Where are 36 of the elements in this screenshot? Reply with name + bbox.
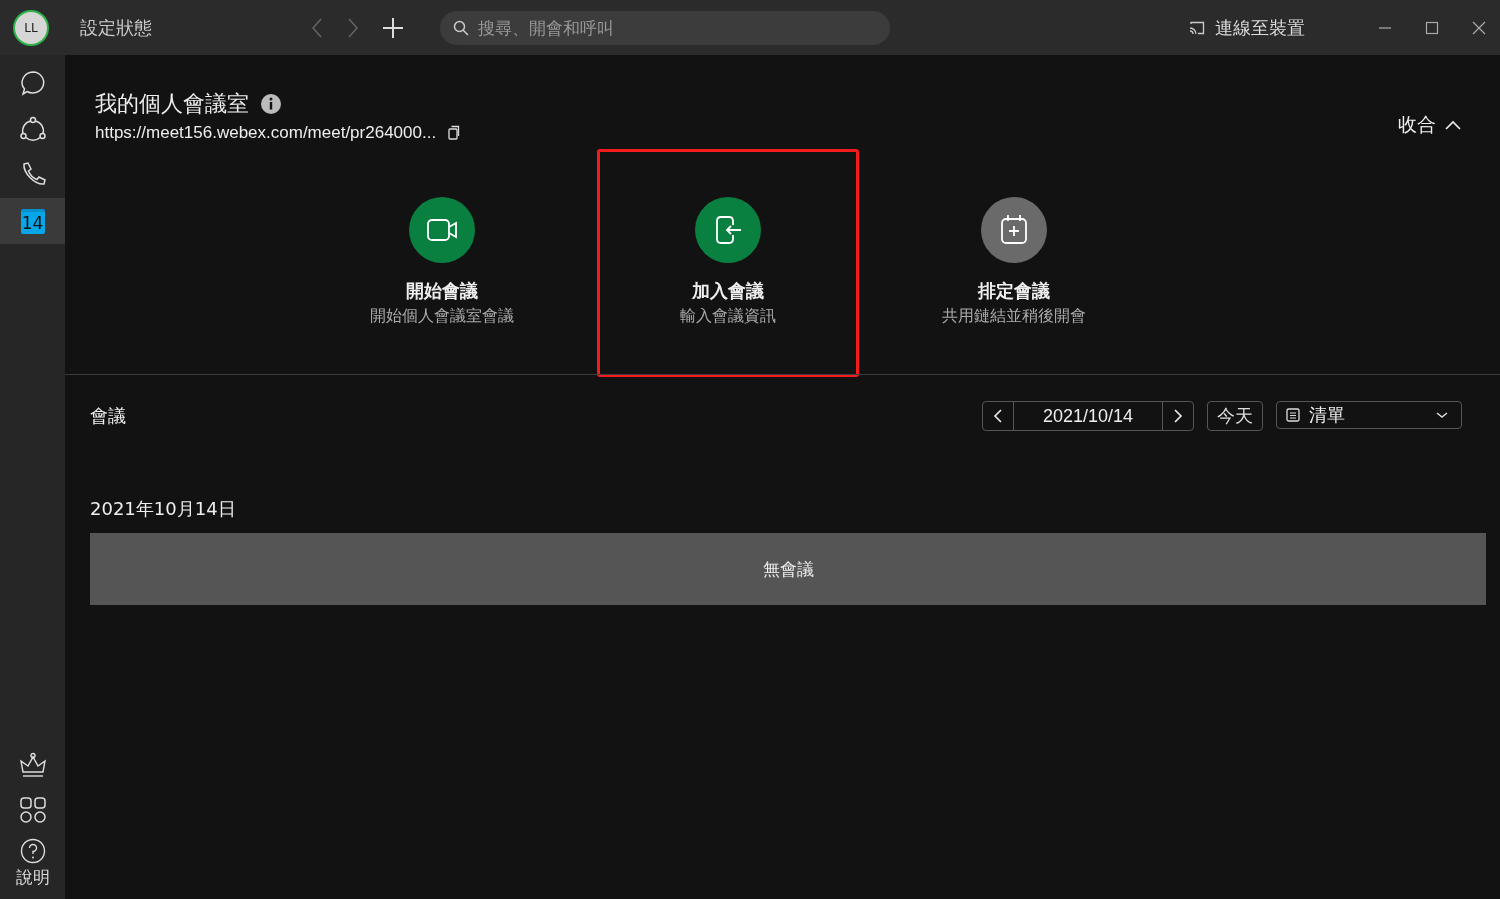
avatar[interactable]: LL bbox=[13, 9, 49, 46]
question-icon bbox=[19, 838, 46, 864]
room-url: https://meet156.webex.com/meet/pr264000... bbox=[95, 123, 437, 143]
date-picker[interactable]: 2021/10/14 bbox=[982, 401, 1194, 431]
plus-icon[interactable] bbox=[382, 16, 404, 39]
cast-icon[interactable] bbox=[1189, 20, 1205, 35]
chat-bubble-icon bbox=[18, 69, 47, 97]
maximize-icon[interactable] bbox=[1425, 20, 1439, 35]
info-icon[interactable] bbox=[261, 94, 281, 114]
action-button[interactable]: 加入會議 輸入會議資訊 bbox=[596, 149, 859, 377]
search-icon bbox=[453, 19, 469, 36]
team-icon bbox=[18, 115, 47, 143]
list-icon bbox=[1285, 407, 1301, 423]
help-button[interactable]: 說明 bbox=[15, 838, 50, 889]
connect-to-device-button[interactable]: 連線至裝置 bbox=[1215, 15, 1305, 40]
chevron-up-icon bbox=[1444, 119, 1462, 131]
today-button[interactable]: 今天 bbox=[1207, 401, 1263, 431]
no-meetings-banner: 無會議 bbox=[90, 533, 1486, 605]
back-icon[interactable] bbox=[310, 16, 324, 39]
collapse-button[interactable]: 收合 bbox=[1398, 111, 1462, 139]
action-button[interactable]: 排定會議 共用鏈結並稍後開會 bbox=[882, 149, 1145, 377]
date-heading: 2021年10月14日 bbox=[90, 497, 237, 521]
chevron-down-icon bbox=[1435, 410, 1449, 420]
forward-icon[interactable] bbox=[346, 16, 360, 39]
copy-icon[interactable] bbox=[446, 125, 461, 141]
meetings-heading: 會議 bbox=[90, 404, 126, 428]
calendar-icon: 14 bbox=[20, 208, 45, 234]
action-button[interactable]: 開始會議 開始個人會議室會議 bbox=[310, 149, 573, 377]
search-field[interactable]: 搜尋、開會和呼叫 bbox=[440, 10, 890, 45]
set-status-button[interactable]: 設定狀態 bbox=[80, 15, 310, 40]
crown-icon[interactable] bbox=[18, 752, 47, 780]
sidebar-item[interactable]: 14 bbox=[0, 198, 65, 244]
apps-grid-icon[interactable] bbox=[18, 796, 47, 824]
close-icon[interactable] bbox=[1472, 20, 1486, 35]
room-title: 我的個人會議室 bbox=[95, 90, 249, 118]
view-dropdown[interactable]: 清單 bbox=[1276, 401, 1462, 429]
